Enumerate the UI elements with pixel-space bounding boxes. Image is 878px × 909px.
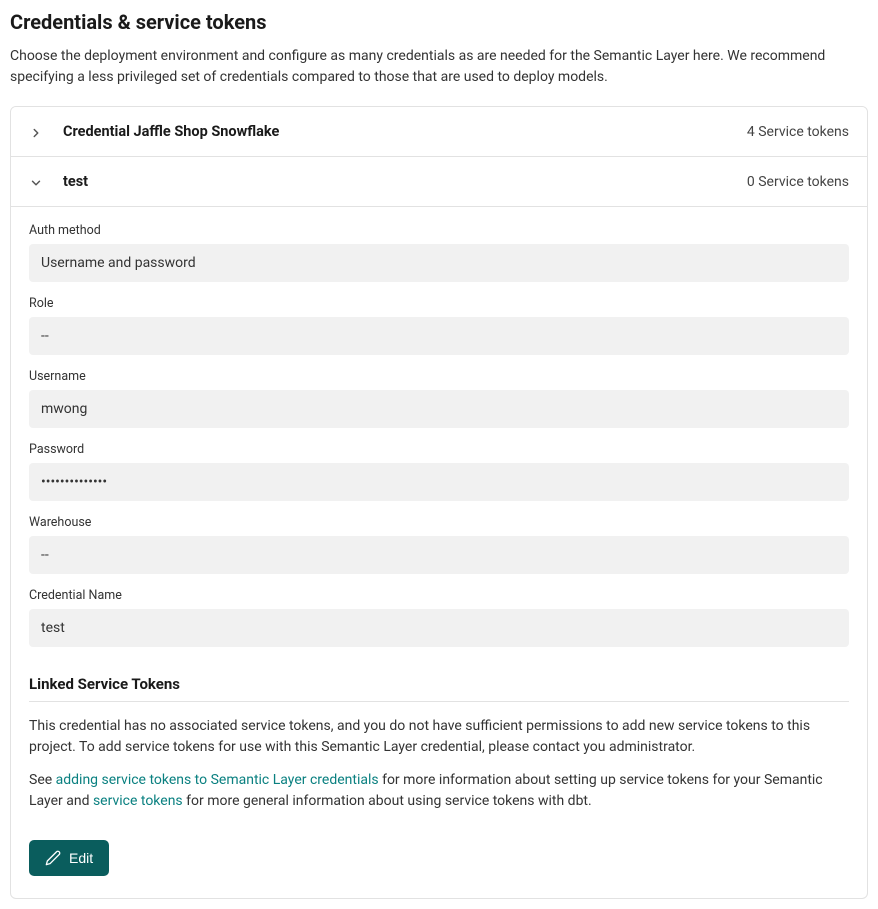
linked-tokens-heading: Linked Service Tokens (29, 675, 849, 702)
credential-name: Credential Jaffle Shop Snowflake (63, 123, 747, 140)
field-warehouse: Warehouse -- (29, 515, 849, 574)
pencil-icon (45, 850, 61, 866)
field-value: -- (29, 536, 849, 574)
field-role: Role -- (29, 296, 849, 355)
text: for more general information about using… (183, 793, 592, 809)
page-description: Choose the deployment environment and co… (10, 46, 868, 88)
credential-row[interactable]: test 0 Service tokens (11, 156, 867, 206)
field-label: Username (29, 369, 849, 384)
chevron-down-icon (29, 175, 43, 189)
credential-row[interactable]: Credential Jaffle Shop Snowflake 4 Servi… (11, 107, 867, 156)
credential-name: test (63, 173, 747, 190)
field-value: Username and password (29, 244, 849, 282)
field-username: Username mwong (29, 369, 849, 428)
chevron-right-icon (29, 125, 43, 139)
page-title: Credentials & service tokens (10, 10, 868, 34)
field-label: Warehouse (29, 515, 849, 530)
field-label: Password (29, 442, 849, 457)
text: See (29, 772, 56, 788)
field-value: -- (29, 317, 849, 355)
credentials-card: Credential Jaffle Shop Snowflake 4 Servi… (10, 106, 868, 899)
token-count: 4 Service tokens (747, 124, 849, 140)
field-value: mwong (29, 390, 849, 428)
no-tokens-message: This credential has no associated servic… (29, 716, 849, 758)
tokens-help-text: See adding service tokens to Semantic La… (29, 770, 849, 812)
field-label: Credential Name (29, 588, 849, 603)
link-adding-tokens[interactable]: adding service tokens to Semantic Layer … (56, 772, 379, 788)
field-value: •••••••••••••• (29, 463, 849, 501)
edit-button[interactable]: Edit (29, 840, 109, 876)
field-auth-method: Auth method Username and password (29, 223, 849, 282)
link-service-tokens[interactable]: service tokens (93, 793, 183, 809)
edit-button-label: Edit (69, 850, 93, 866)
field-label: Auth method (29, 223, 849, 238)
field-password: Password •••••••••••••• (29, 442, 849, 501)
field-credential-name: Credential Name test (29, 588, 849, 647)
token-count: 0 Service tokens (747, 174, 849, 190)
field-value: test (29, 609, 849, 647)
field-label: Role (29, 296, 849, 311)
credential-body: Auth method Username and password Role -… (11, 206, 867, 898)
